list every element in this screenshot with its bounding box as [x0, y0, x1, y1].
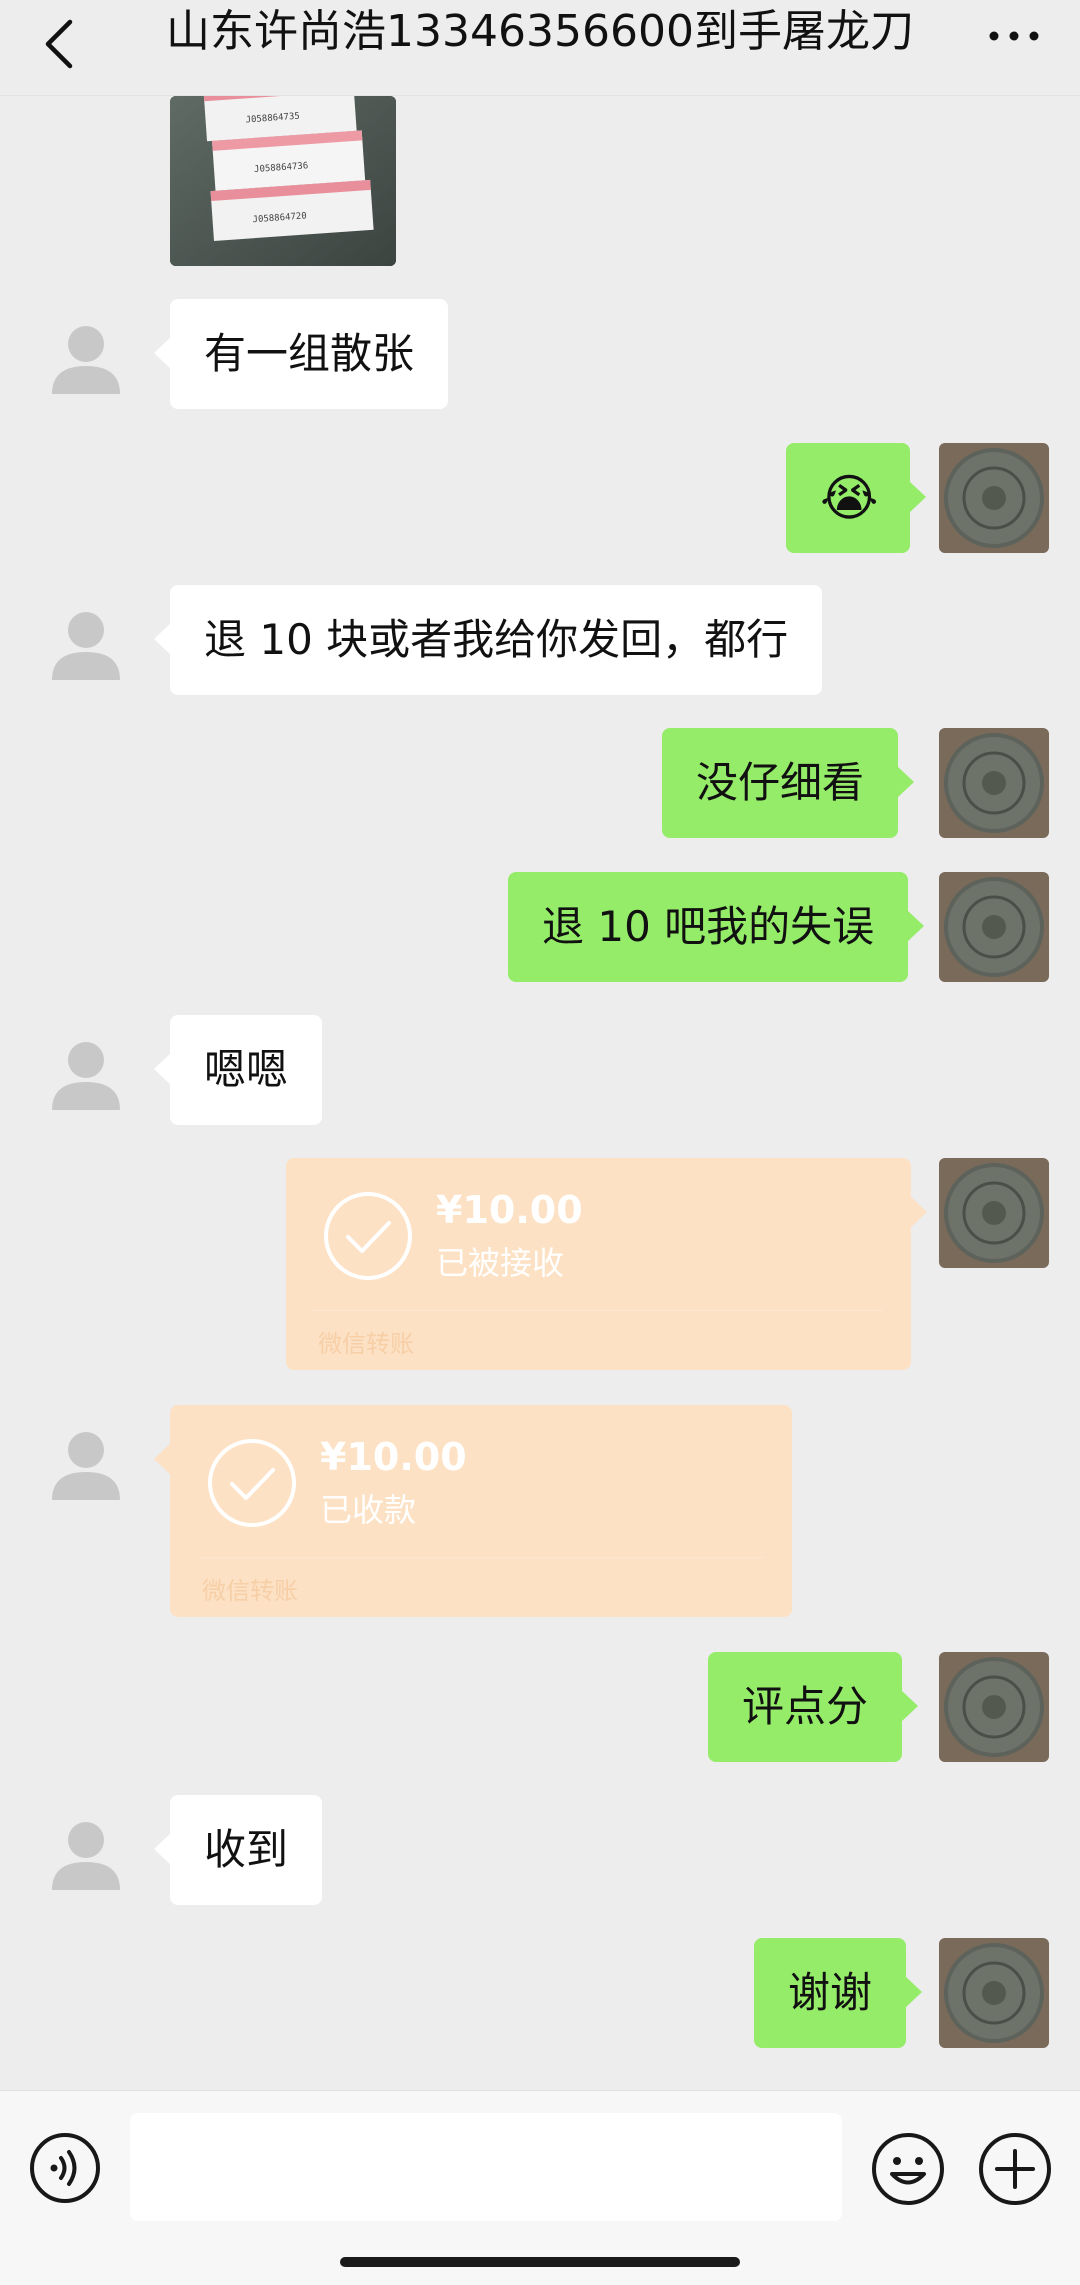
transfer-card-sent[interactable]: ¥10.00 已被接收 微信转账 — [286, 1158, 927, 1370]
contact-avatar[interactable] — [48, 1036, 124, 1112]
plus-icon[interactable] — [977, 2131, 1053, 2207]
contact-avatar[interactable] — [48, 320, 124, 396]
transfer-label: 微信转账 — [202, 1577, 298, 1605]
photo-of-banknotes: J058864735 J058864736 J058864720 — [170, 96, 396, 266]
default-avatar-icon — [52, 1822, 120, 1890]
coin-avatar-icon — [939, 443, 1049, 553]
message-bubble-right[interactable]: 退 10 吧我的失误 — [508, 872, 925, 982]
chevron-left-icon[interactable] — [40, 14, 80, 74]
check-circle-icon — [208, 1439, 296, 1527]
coin-avatar-icon — [939, 728, 1049, 838]
coin-avatar-icon — [939, 872, 1049, 982]
message-bubble-right[interactable]: 😭 — [786, 443, 926, 553]
coin-avatar-icon — [939, 1938, 1049, 2048]
message-bubble-left[interactable]: 收到 — [153, 1795, 323, 1905]
message-input-bar — [0, 2090, 1080, 2285]
contact-avatar[interactable] — [48, 606, 124, 682]
more-dots-icon[interactable] — [984, 16, 1044, 56]
default-avatar-icon — [52, 326, 120, 394]
default-avatar-icon — [52, 612, 120, 680]
image-message[interactable]: J058864735 J058864736 J058864720 — [170, 96, 396, 266]
contact-avatar[interactable] — [48, 1426, 124, 1502]
check-circle-icon — [324, 1192, 412, 1280]
emoji-icon[interactable] — [870, 2131, 946, 2207]
home-indicator — [340, 2257, 740, 2267]
coin-avatar-icon — [939, 1158, 1049, 1268]
message-bubble-right[interactable]: 没仔细看 — [662, 728, 915, 838]
self-avatar[interactable] — [939, 1938, 1049, 2048]
chat-title: 山东许尚浩13346356600到手屠龙刀 — [166, 6, 914, 57]
transfer-amount: ¥10.00 — [436, 1188, 583, 1232]
transfer-card-received[interactable]: ¥10.00 已收款 微信转账 — [154, 1405, 792, 1617]
transfer-status: 已收款 — [320, 1491, 417, 1529]
coin-avatar-icon — [939, 1652, 1049, 1762]
default-avatar-icon — [52, 1042, 120, 1110]
transfer-divider — [314, 1310, 883, 1311]
contact-avatar[interactable] — [48, 1816, 124, 1892]
transfer-divider — [198, 1557, 764, 1558]
default-avatar-icon — [52, 1432, 120, 1500]
message-input[interactable] — [130, 2113, 842, 2221]
transfer-status: 已被接收 — [436, 1244, 565, 1282]
self-avatar[interactable] — [939, 1158, 1049, 1268]
message-bubble-left[interactable]: 有一组散张 — [153, 299, 449, 409]
self-avatar[interactable] — [939, 872, 1049, 982]
message-bubble-left[interactable]: 嗯嗯 — [153, 1015, 323, 1125]
crying-emoji: 😭 — [820, 469, 879, 527]
self-avatar[interactable] — [939, 728, 1049, 838]
message-bubble-left[interactable]: 退 10 块或者我给你发回，都行 — [153, 585, 823, 695]
transfer-label: 微信转账 — [318, 1330, 414, 1358]
message-bubble-right[interactable]: 谢谢 — [754, 1938, 923, 2048]
transfer-amount: ¥10.00 — [320, 1435, 467, 1479]
voice-icon[interactable] — [28, 2131, 102, 2205]
message-bubble-right[interactable]: 评点分 — [708, 1652, 919, 1762]
self-avatar[interactable] — [939, 1652, 1049, 1762]
self-avatar[interactable] — [939, 443, 1049, 553]
chat-header: 山东许尚浩13346356600到手屠龙刀 — [0, 0, 1080, 96]
chat-message-list[interactable]: J058864735 J058864736 J058864720 有一组散张 😭 — [0, 96, 1080, 2090]
